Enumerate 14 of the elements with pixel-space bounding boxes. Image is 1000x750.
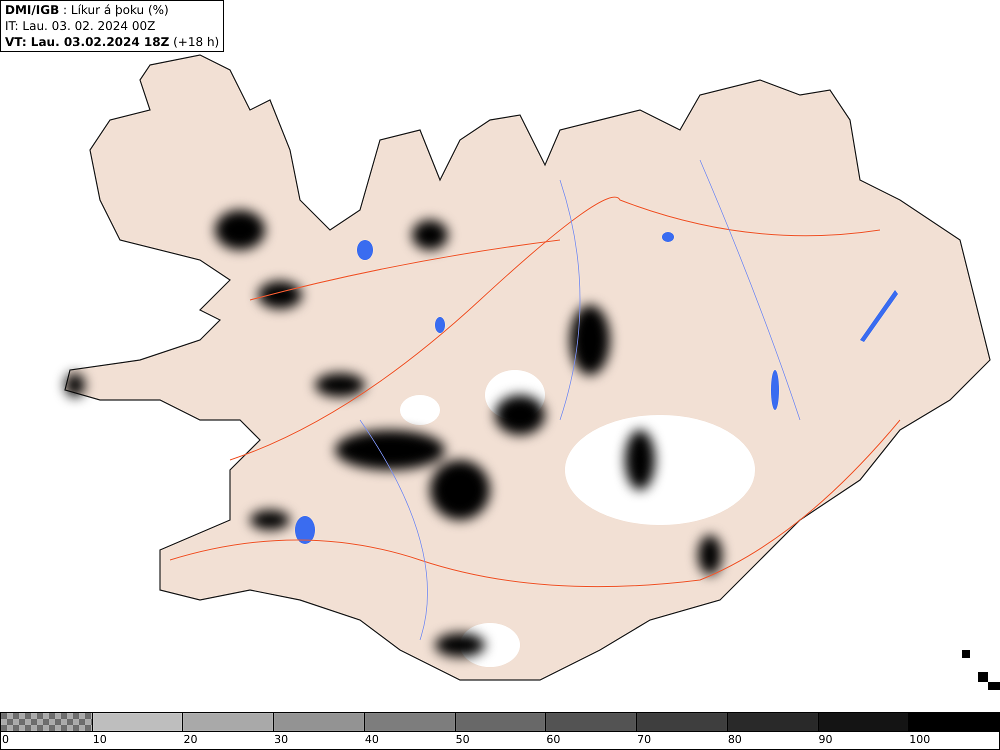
tick-label: 50 [454,732,470,748]
legend-text: IT: Lau. 03. 02. 2024 00Z [5,18,156,34]
tick-label: 40 [364,732,379,748]
tick-label: 90 [818,732,833,748]
tick-label: 30 [273,732,288,748]
legend-text: VT: Lau. 03.02.2024 18Z (+18 h) [5,34,220,50]
tick-label: 100 [908,732,930,748]
tick-label: 80 [726,732,742,748]
tick-label: 10 [92,732,107,748]
tick-label: 60 [545,732,560,748]
tick-label: 0 [1,732,9,748]
legend-text: DMI/IGB : Líkur á þoku (%) [5,2,170,18]
tick-label: 20 [182,732,198,748]
tick-label: 70 [636,732,652,748]
